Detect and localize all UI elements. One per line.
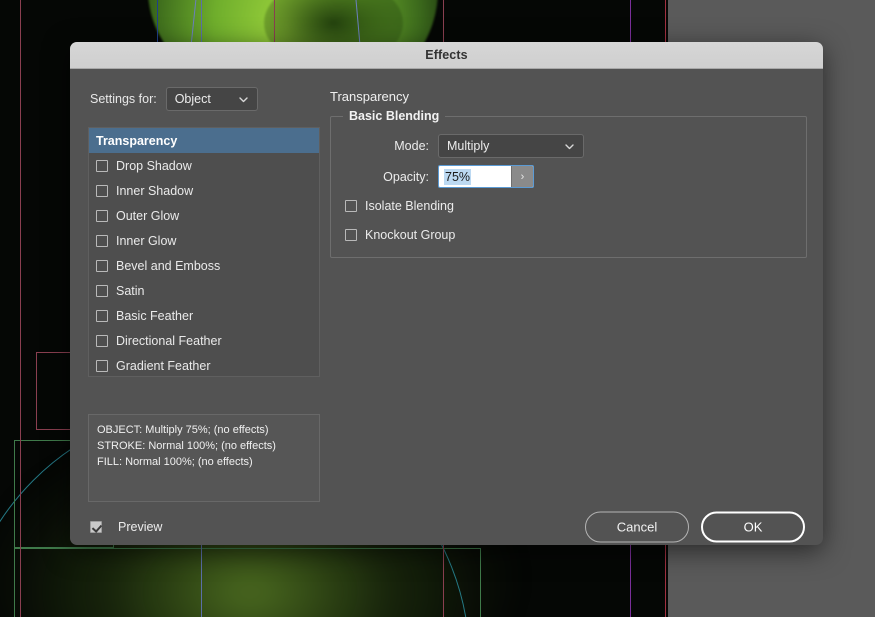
isolate-blending-row[interactable]: Isolate Blending [345, 199, 454, 213]
effects-list-item-label: Transparency [96, 133, 178, 148]
effects-list-item[interactable]: Satin [89, 278, 319, 303]
effect-enable-checkbox[interactable] [96, 159, 108, 172]
opacity-value: 75% [444, 168, 472, 185]
effect-enable-checkbox[interactable] [96, 184, 108, 197]
effects-list-item-label: Inner Glow [116, 233, 177, 248]
opacity-field[interactable]: 75% › [438, 165, 534, 188]
dialog-buttons: Cancel OK [585, 511, 805, 543]
effects-list-item-label: Outer Glow [116, 208, 180, 223]
settings-for-dropdown[interactable]: Object [165, 87, 258, 111]
opacity-stepper-button[interactable]: › [511, 166, 533, 187]
blend-mode-dropdown[interactable]: Multiply [438, 134, 584, 158]
effects-list-item-label: Drop Shadow [116, 158, 192, 173]
preview-row[interactable]: Preview [90, 520, 162, 534]
effects-list[interactable]: Transparency Drop Shadow Inner Shadow Outer… [88, 127, 320, 377]
dialog-body: Settings for: Object Transparency Drop Sh… [70, 69, 823, 545]
basic-blending-legend: Basic Blending [343, 109, 446, 123]
effects-dialog: Effects Settings for: Object Transparenc… [70, 42, 823, 545]
blend-mode-value: Multiply [447, 139, 490, 153]
effects-list-item[interactable]: Inner Shadow [89, 178, 319, 203]
effects-list-item-label: Gradient Feather [116, 358, 211, 373]
effects-list-item[interactable]: Transparency [89, 128, 319, 153]
knockout-group-checkbox[interactable] [345, 229, 357, 241]
effects-list-item-label: Bevel and Emboss [116, 258, 221, 273]
mode-label: Mode: [394, 139, 429, 153]
summary-line-stroke: STROKE: Normal 100%; (no effects) [97, 440, 276, 452]
knockout-group-label: Knockout Group [365, 228, 456, 242]
effects-list-item-label: Directional Feather [116, 333, 222, 348]
preview-checkbox[interactable] [90, 521, 102, 533]
effects-list-item[interactable]: Inner Glow [89, 228, 319, 253]
effect-enable-checkbox[interactable] [96, 234, 108, 247]
effects-summary-box: OBJECT: Multiply 75%; (no effects) STROK… [88, 414, 320, 502]
effects-list-item-label: Inner Shadow [116, 183, 194, 198]
effect-enable-checkbox[interactable] [96, 259, 108, 272]
preview-label: Preview [118, 520, 163, 534]
dialog-titlebar: Effects [70, 42, 823, 69]
effects-list-item-label: Basic Feather [116, 308, 194, 323]
effects-list-item[interactable]: Directional Feather [89, 328, 319, 353]
dialog-title: Effects [425, 48, 468, 62]
cancel-button[interactable]: Cancel [585, 511, 689, 543]
chevron-down-icon [564, 141, 575, 152]
settings-for-row: Settings for: Object [90, 87, 258, 111]
guide-line-1 [20, 0, 21, 617]
ok-button[interactable]: OK [701, 511, 805, 543]
effect-enable-checkbox[interactable] [96, 284, 108, 297]
indesign-canvas: Effects Settings for: Object Transparenc… [0, 0, 875, 617]
effect-enable-checkbox[interactable] [96, 209, 108, 222]
effects-list-item[interactable]: Outer Glow [89, 203, 319, 228]
pane-title-transparency: Transparency [330, 89, 409, 104]
effects-list-item[interactable]: Gradient Feather [89, 353, 319, 376]
effect-enable-checkbox[interactable] [96, 309, 108, 322]
settings-for-value: Object [174, 92, 211, 106]
opacity-row: Opacity: 75% › [357, 165, 534, 188]
effects-list-item[interactable]: Bevel and Emboss [89, 253, 319, 278]
basic-blending-group: Basic Blending Mode: Multiply Opacity: 7… [330, 109, 807, 258]
effects-list-item[interactable]: Drop Shadow [89, 153, 319, 178]
knockout-group-row[interactable]: Knockout Group [345, 228, 455, 242]
settings-for-label: Settings for: [90, 92, 157, 106]
isolate-blending-label: Isolate Blending [365, 199, 454, 213]
frame-green-lower [14, 548, 481, 617]
chevron-down-icon [238, 94, 249, 105]
opacity-input[interactable]: 75% [439, 166, 511, 187]
isolate-blending-checkbox[interactable] [345, 200, 357, 212]
mode-row: Mode: Multiply [357, 134, 584, 158]
effect-enable-checkbox[interactable] [96, 334, 108, 347]
effect-enable-checkbox[interactable] [96, 359, 108, 372]
effects-list-item-label: Satin [116, 283, 145, 298]
summary-line-object: OBJECT: Multiply 75%; (no effects) [97, 424, 269, 436]
opacity-label: Opacity: [383, 169, 429, 184]
summary-line-fill: FILL: Normal 100%; (no effects) [97, 456, 253, 468]
effects-list-item[interactable]: Basic Feather [89, 303, 319, 328]
